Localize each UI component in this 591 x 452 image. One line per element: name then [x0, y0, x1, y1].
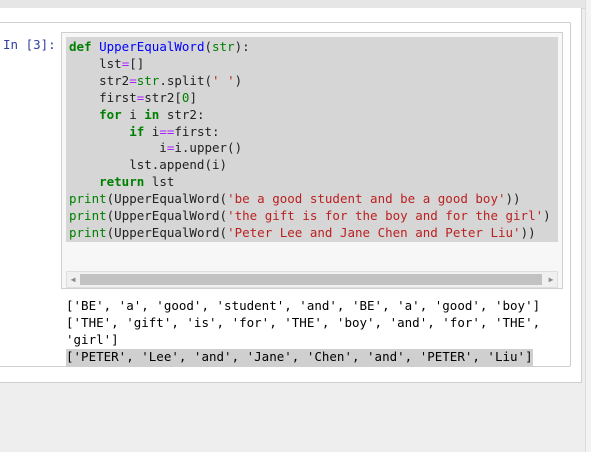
horizontal-scrollbar[interactable]: ◀ ▶: [66, 271, 558, 288]
code-cell[interactable]: In [3]: def UpperEqualWord(str): lst=[] …: [0, 22, 571, 367]
code-token: lst: [69, 55, 122, 71]
code-token: ' ': [212, 72, 235, 88]
output-line: ['BE', 'a', 'good', 'student', 'and', 'B…: [66, 298, 541, 313]
code-token: str2:: [159, 106, 205, 122]
scrollbar-thumb[interactable]: [80, 274, 542, 285]
code-token: ):: [234, 39, 250, 54]
code-line: first=str2[0]: [69, 90, 551, 107]
code-token: lst.append(i): [69, 157, 228, 173]
code-token: print: [69, 208, 107, 224]
code-token: (UpperEqualWord(: [106, 191, 228, 207]
code-token: i: [69, 140, 167, 156]
code-token: if: [129, 123, 145, 139]
input-prompt: In [3]:: [3, 37, 56, 52]
code-token: i: [144, 123, 160, 139]
code-line: print(UpperEqualWord('be a good student …: [69, 191, 551, 208]
code-token: 'Peter Lee and Jane Chen and Peter Liu': [227, 224, 521, 240]
code-token: ): [234, 72, 243, 88]
code-editor[interactable]: def UpperEqualWord(str): lst=[] str2=str…: [61, 32, 563, 289]
cell-output: ['BE', 'a', 'good', 'student', 'and', 'B…: [66, 298, 540, 366]
code-token: (: [204, 39, 212, 54]
code-token: print: [69, 224, 107, 240]
code-token: )): [520, 224, 536, 240]
code-token: lst: [144, 174, 175, 190]
notebook-page: In [3]: def UpperEqualWord(str): lst=[] …: [0, 8, 582, 383]
output-line: ['THE', 'gift', 'is', 'for', 'THE', 'boy…: [66, 314, 541, 330]
output-line: 'girl']: [66, 331, 119, 347]
code-line: print(UpperEqualWord('Peter Lee and Jane…: [69, 225, 551, 242]
scroll-right-icon[interactable]: ▶: [545, 272, 557, 287]
code-line: if i==first:: [69, 124, 551, 141]
code-token: (UpperEqualWord(: [106, 224, 228, 240]
code-token: []: [129, 55, 145, 71]
scroll-left-icon[interactable]: ◀: [67, 272, 79, 287]
code-line: i=i.upper(): [69, 140, 551, 157]
output-line: ['PETER', 'Lee', 'and', 'Jane', 'Chen', …: [66, 348, 533, 366]
code-token: first: [69, 89, 137, 105]
code-line: str2=str.split(' '): [69, 73, 551, 90]
code-token: )): [505, 191, 521, 207]
code-line: lst=[]: [69, 56, 551, 73]
code-token: ]: [189, 89, 197, 105]
code-token: ==: [159, 123, 175, 139]
code-line: for i in str2:: [69, 107, 551, 124]
code-token: str2[: [144, 89, 182, 105]
page-scrollbar[interactable]: [585, 0, 591, 452]
code-token: def: [69, 39, 92, 54]
code-token: str2: [69, 72, 130, 88]
code-token: i: [121, 106, 145, 122]
code-token: .split(: [159, 72, 213, 88]
code-token: 'the gift is for the boy and for the gir…: [227, 208, 544, 224]
code-line: return lst: [69, 174, 551, 191]
code-token: UpperEqualWord: [99, 39, 205, 54]
code-token: =: [129, 72, 137, 88]
code-line: def UpperEqualWord(str):: [69, 39, 551, 56]
code-token: str: [212, 39, 235, 54]
code-token: (UpperEqualWord(: [106, 208, 228, 224]
code-text[interactable]: def UpperEqualWord(str): lst=[] str2=str…: [69, 39, 551, 242]
code-token: first:: [174, 123, 220, 139]
code-token: print: [69, 191, 107, 207]
code-token: for: [99, 106, 122, 122]
code-token: ): [543, 208, 551, 224]
code-token: str: [136, 72, 160, 88]
code-token: i.upper(): [174, 140, 243, 156]
code-token: 'be a good student and be a good boy': [227, 191, 506, 207]
code-line: print(UpperEqualWord('the gift is for th…: [69, 208, 551, 225]
code-token: return: [99, 174, 145, 190]
code-token: in: [144, 106, 160, 122]
code-line: lst.append(i): [69, 157, 551, 174]
